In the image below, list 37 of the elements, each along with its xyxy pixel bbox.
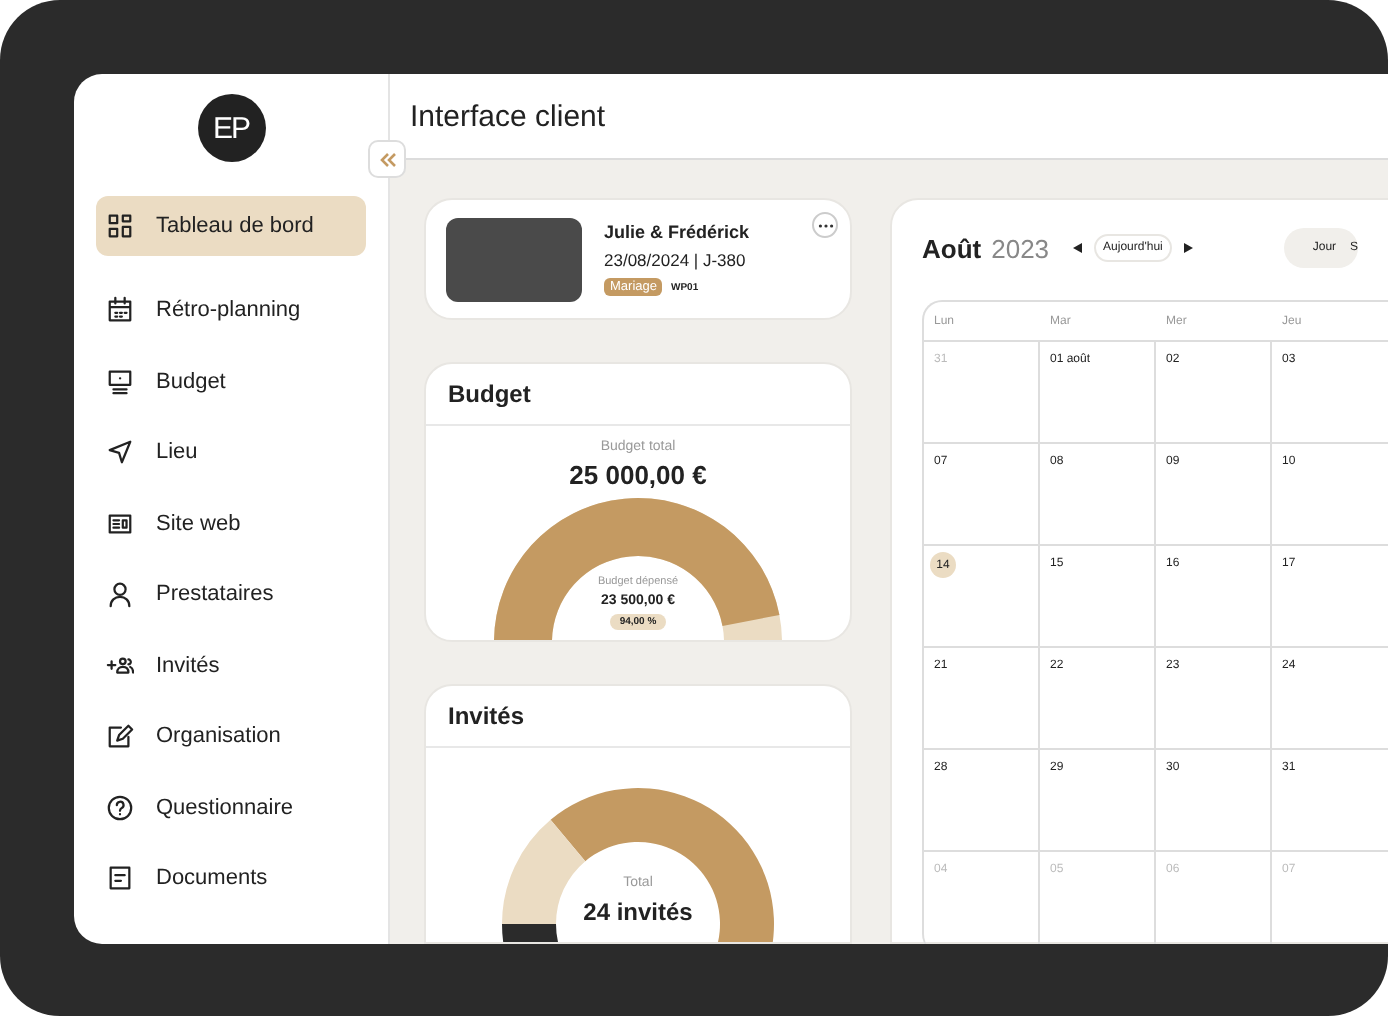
double-chevron-icon: [377, 149, 397, 169]
guest-total: 24 invités: [583, 898, 693, 926]
photo-placeholder: [446, 217, 582, 301]
card-title: Invités: [426, 686, 850, 748]
card-title: Budget: [426, 364, 850, 426]
send-icon: [106, 438, 134, 466]
edit-icon: [106, 722, 134, 750]
budget-total: 25 000,00 €: [569, 460, 707, 490]
sidebar-item[interactable]: Prestataires: [96, 564, 366, 624]
document-icon: [106, 864, 134, 892]
month-title: Août: [922, 233, 982, 263]
sidebar-item[interactable]: Rétro-planning: [96, 280, 366, 340]
more-icon: [817, 221, 833, 229]
previous-icon[interactable]: [1071, 242, 1084, 254]
layout-icon: [106, 509, 134, 537]
sidebar-item[interactable]: Documents: [96, 848, 366, 908]
sidebar-item[interactable]: Organisation: [96, 706, 366, 766]
sidebar-item[interactable]: Questionnaire: [96, 777, 366, 837]
person-icon: [106, 580, 134, 608]
grid-icon: [106, 212, 134, 240]
sidebar-item[interactable]: Lieu: [96, 422, 366, 482]
sidebar-item[interactable]: Site web: [96, 493, 366, 553]
logo-badge: EP: [197, 94, 265, 162]
sidebar-item[interactable]: Invités: [96, 635, 366, 695]
couple-name: Julie & Frédérick: [604, 222, 750, 242]
more-button[interactable]: [812, 212, 838, 238]
calendar-icon: [106, 296, 134, 324]
next-icon[interactable]: [1182, 242, 1195, 254]
people-add-icon: [106, 651, 134, 679]
collapse-button[interactable]: [368, 140, 406, 178]
event-date: 23/08/2024 | J-380: [604, 250, 748, 270]
year-label: 2023: [991, 233, 1050, 263]
sidebar-item[interactable]: Tableau de bord: [96, 196, 366, 256]
help-icon: [106, 793, 134, 821]
monitor-icon: [106, 367, 134, 395]
sidebar-item[interactable]: Budget: [96, 351, 366, 411]
page-title: Interface client: [410, 99, 606, 133]
